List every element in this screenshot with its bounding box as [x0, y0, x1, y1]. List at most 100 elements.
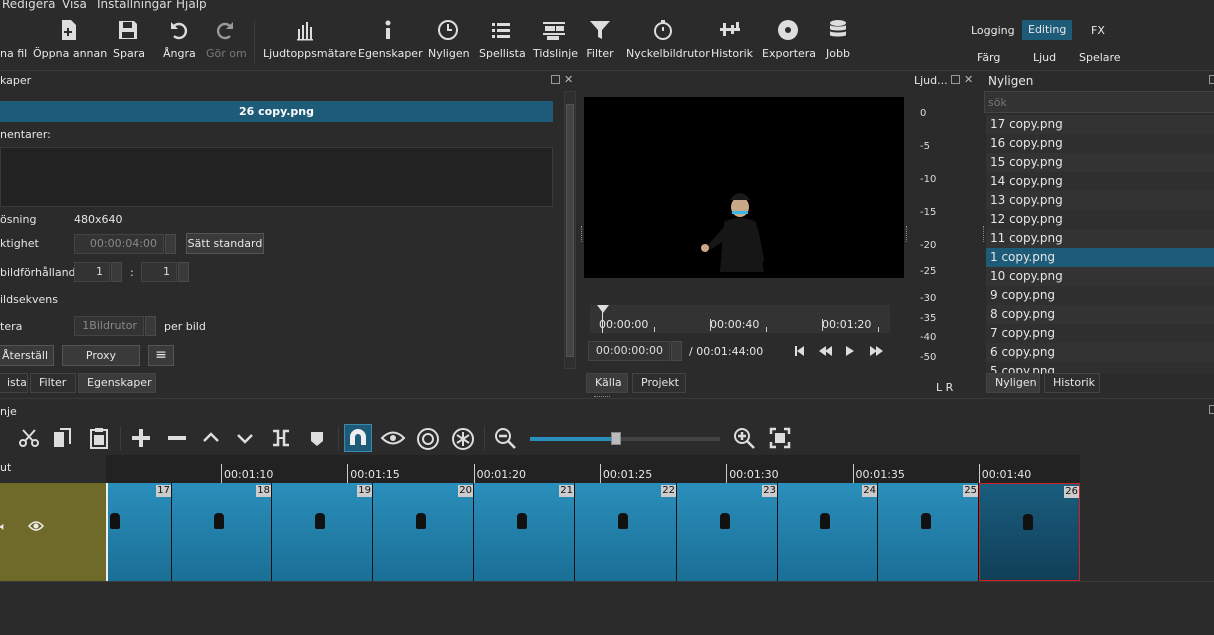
zoom-out-icon[interactable]	[494, 427, 518, 451]
reset-button[interactable]: Återställ	[0, 345, 54, 366]
tab-project[interactable]: Projekt	[632, 373, 686, 393]
properties-button[interactable]: Egenskaper	[358, 19, 423, 60]
repeat-field[interactable]: 1Bildrutor	[74, 316, 144, 336]
recent-list-item[interactable]: 7 copy.png	[986, 324, 1214, 343]
export-button[interactable]: Exportera	[762, 19, 816, 60]
timeline-button[interactable]: Tidslinje	[533, 19, 578, 60]
aspect-height-spinner[interactable]	[178, 262, 189, 282]
tab-recent[interactable]: Nyligen	[986, 373, 1040, 393]
tab-filter[interactable]: Filter	[30, 373, 76, 393]
tab-properties[interactable]: Egenskaper	[78, 373, 156, 393]
comments-textarea[interactable]	[0, 147, 553, 207]
repeat-spinner[interactable]	[145, 316, 156, 336]
workspace-logging[interactable]: Logging	[965, 22, 1021, 39]
ripple-icon[interactable]	[416, 427, 440, 451]
undo-button[interactable]: Ångra	[163, 19, 196, 60]
copy-icon[interactable]	[52, 427, 74, 449]
cut-icon[interactable]	[18, 427, 40, 449]
rewind-button[interactable]	[818, 342, 832, 358]
filter-button[interactable]: Filter	[585, 19, 615, 60]
playlist-button[interactable]: Spellista	[479, 19, 526, 60]
paste-icon[interactable]	[88, 427, 110, 449]
meter-splitter[interactable]	[906, 226, 909, 242]
duration-field[interactable]: 00:00:04:00	[74, 234, 164, 254]
player-ruler[interactable]: 00:00:00 00:00:40 00:01:20	[590, 305, 890, 333]
timeline-clip[interactable]: 18	[172, 483, 272, 581]
open-other-button[interactable]: Öppna annan	[33, 19, 107, 60]
aspect-height-field[interactable]: 1	[141, 262, 177, 282]
timeline-clip[interactable]: 25	[878, 483, 979, 581]
recent-list-item[interactable]: 10 copy.png	[986, 267, 1214, 286]
timeline-clip[interactable]: 23	[677, 483, 778, 581]
keyframes-button[interactable]: Nyckelbildrutor	[626, 19, 710, 60]
aspect-width-field[interactable]: 1	[74, 262, 110, 282]
zoom-fit-icon[interactable]	[769, 427, 791, 449]
playhead-icon[interactable]	[597, 305, 609, 313]
workspace-fx[interactable]: FX	[1085, 22, 1111, 39]
recent-search-input[interactable]	[984, 91, 1214, 113]
snap-toggle[interactable]	[344, 424, 372, 452]
recent-list-item[interactable]: 17 copy.png	[986, 115, 1214, 134]
recent-list-item[interactable]: 9 copy.png	[986, 286, 1214, 305]
recent-list-item[interactable]: 16 copy.png	[986, 134, 1214, 153]
recent-list-item[interactable]: 13 copy.png	[986, 191, 1214, 210]
video-preview[interactable]	[584, 97, 904, 278]
player-splitter[interactable]	[581, 226, 584, 242]
timeline-clip[interactable]: 26	[979, 483, 1080, 581]
menu-view[interactable]: Visa	[62, 0, 87, 11]
minus-icon[interactable]	[166, 427, 188, 449]
menu-edit[interactable]: Redigera	[2, 0, 55, 11]
history-button[interactable]: Historik	[711, 19, 753, 60]
mute-icon[interactable]: 🔈︎	[0, 520, 7, 534]
lift-icon[interactable]	[200, 427, 222, 449]
timeline-clip[interactable]: 17	[106, 483, 172, 581]
play-button[interactable]	[844, 342, 856, 358]
properties-scrollbar[interactable]	[564, 91, 576, 369]
eye-icon[interactable]	[28, 520, 44, 532]
zoom-in-icon[interactable]	[733, 427, 757, 451]
open-file-button[interactable]: na fil	[0, 19, 27, 60]
recent-list-item[interactable]: 12 copy.png	[986, 210, 1214, 229]
recent-button[interactable]: Nyligen	[428, 19, 470, 60]
recent-list-item[interactable]: 8 copy.png	[986, 305, 1214, 324]
float-panel-icon[interactable]	[1209, 75, 1214, 84]
close-panel-icon[interactable]: ✕	[964, 73, 973, 86]
float-panel-icon[interactable]	[1209, 405, 1214, 414]
duration-spinner[interactable]	[165, 234, 176, 254]
menu-button[interactable]: ≡	[148, 345, 174, 366]
overwrite-icon[interactable]	[234, 427, 256, 449]
recent-list-item[interactable]: 15 copy.png	[986, 153, 1214, 172]
set-default-button[interactable]: Sätt standard	[186, 233, 264, 254]
menu-settings[interactable]: Inställningar	[97, 0, 172, 11]
timeline-clip[interactable]: 20	[373, 483, 474, 581]
recent-list-item[interactable]: 6 copy.png	[986, 343, 1214, 362]
redo-button[interactable]: Gör om	[206, 19, 247, 60]
ripple-all-icon[interactable]	[451, 427, 475, 451]
zoom-slider[interactable]	[530, 432, 720, 445]
save-button[interactable]: Spara	[113, 19, 145, 60]
close-panel-icon[interactable]: ✕	[564, 73, 573, 86]
zoom-slider-handle[interactable]	[610, 432, 621, 445]
float-panel-icon[interactable]	[951, 75, 960, 84]
workspace-player[interactable]: Spelare	[1073, 49, 1127, 66]
timeline-clip[interactable]: 24	[778, 483, 878, 581]
position-spinner[interactable]	[671, 341, 682, 361]
marker-icon[interactable]	[306, 427, 328, 449]
timeline-clip[interactable]: 22	[575, 483, 677, 581]
timeline-clip[interactable]: 21	[474, 483, 575, 581]
plus-icon[interactable]	[130, 427, 152, 449]
tab-source[interactable]: Källa	[586, 373, 628, 393]
float-panel-icon[interactable]	[551, 75, 560, 84]
scrub-icon[interactable]	[380, 427, 406, 449]
tab-history[interactable]: Historik	[1044, 373, 1100, 393]
aspect-width-spinner[interactable]	[111, 262, 122, 282]
timeline-clip[interactable]: 19	[272, 483, 373, 581]
proxy-button[interactable]: Proxy	[62, 345, 140, 366]
tab-playlist[interactable]: ista	[0, 373, 28, 393]
split-icon[interactable]	[270, 427, 292, 449]
fast-forward-button[interactable]	[868, 342, 884, 358]
recent-list-item[interactable]: 14 copy.png	[986, 172, 1214, 191]
recent-list-item[interactable]: 11 copy.png	[986, 229, 1214, 248]
skip-to-start-button[interactable]	[794, 342, 806, 358]
workspace-audio[interactable]: Ljud	[1027, 49, 1062, 66]
